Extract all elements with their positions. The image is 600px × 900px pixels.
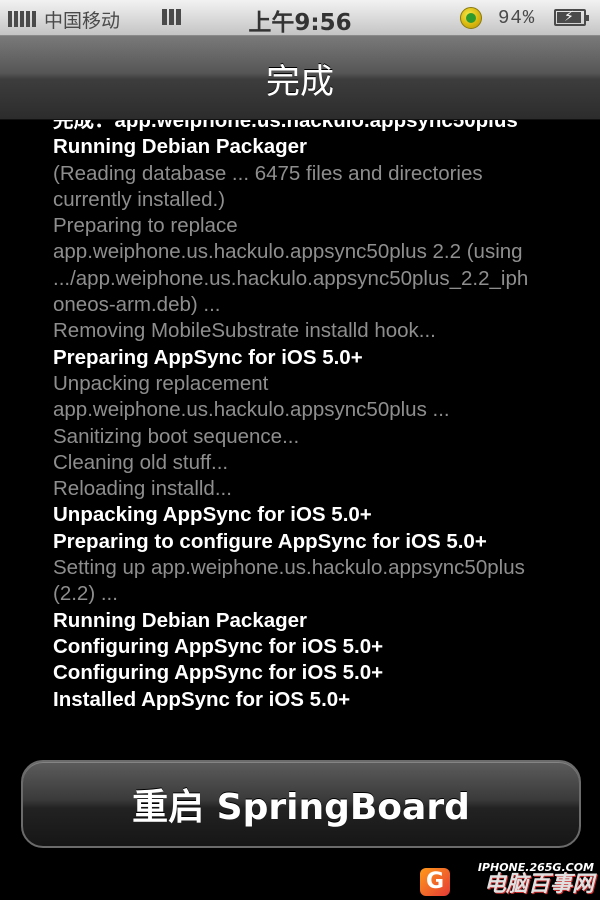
log-line: .../app.weiphone.us.hackulo.appsync50plu… [53,266,529,290]
log-line: Installed AppSync for iOS 5.0+ [53,687,351,711]
log-line: currently installed.) [53,187,226,211]
log-line: Unpacking replacement [53,371,269,395]
battery-percent: 94% [498,7,536,29]
respring-button[interactable]: 重启 SpringBoard [21,760,581,848]
log-line: Running Debian Packager [53,608,308,632]
log-line: Setting up app.weiphone.us.hackulo.appsy… [53,556,525,580]
log-line: Unpacking AppSync for iOS 5.0+ [53,503,372,527]
status-app-icon [460,7,482,29]
battery-icon: ⚡ [554,9,589,26]
log-line: app.weiphone.us.hackulo.appsync50plus ..… [53,398,450,422]
log-line: Preparing to configure AppSync for iOS 5… [53,529,487,553]
watermark-logo: G [420,868,450,896]
log-line: app.weiphone.us.hackulo.appsync50plus 2.… [53,240,523,264]
log-line: Reloading installd... [53,477,232,501]
charging-bolt-icon: ⚡ [564,9,574,25]
log-line: (Reading database ... 6475 files and dir… [53,161,483,185]
log-line: Cleaning old stuff... [53,450,229,474]
log-line: Preparing to replace [53,214,238,238]
page-title: 完成 [266,62,334,102]
log-line: Configuring AppSync for iOS 5.0+ [53,661,384,685]
log-line: Configuring AppSync for iOS 5.0+ [53,634,384,658]
watermark-name: 电脑百事网 [483,872,594,897]
log-line: Running Debian Packager [53,135,308,159]
log-line: (2.2) ... [53,582,118,606]
log-line: Removing MobileSubstrate installd hook..… [53,319,436,343]
watermark: IPHONE.265G.COM 电脑百事网 [478,861,594,896]
navigation-bar: 完成 [0,36,600,120]
install-log: 完成：app.weiphone.us.hackulo.appsync50plus… [53,108,593,720]
log-line: Preparing AppSync for iOS 5.0+ [53,345,363,369]
status-bar: 中国移动 上午9:56 94% ⚡ [0,0,600,36]
log-line: Sanitizing boot sequence... [53,424,300,448]
log-line: oneos-arm.deb) ... [53,293,221,317]
